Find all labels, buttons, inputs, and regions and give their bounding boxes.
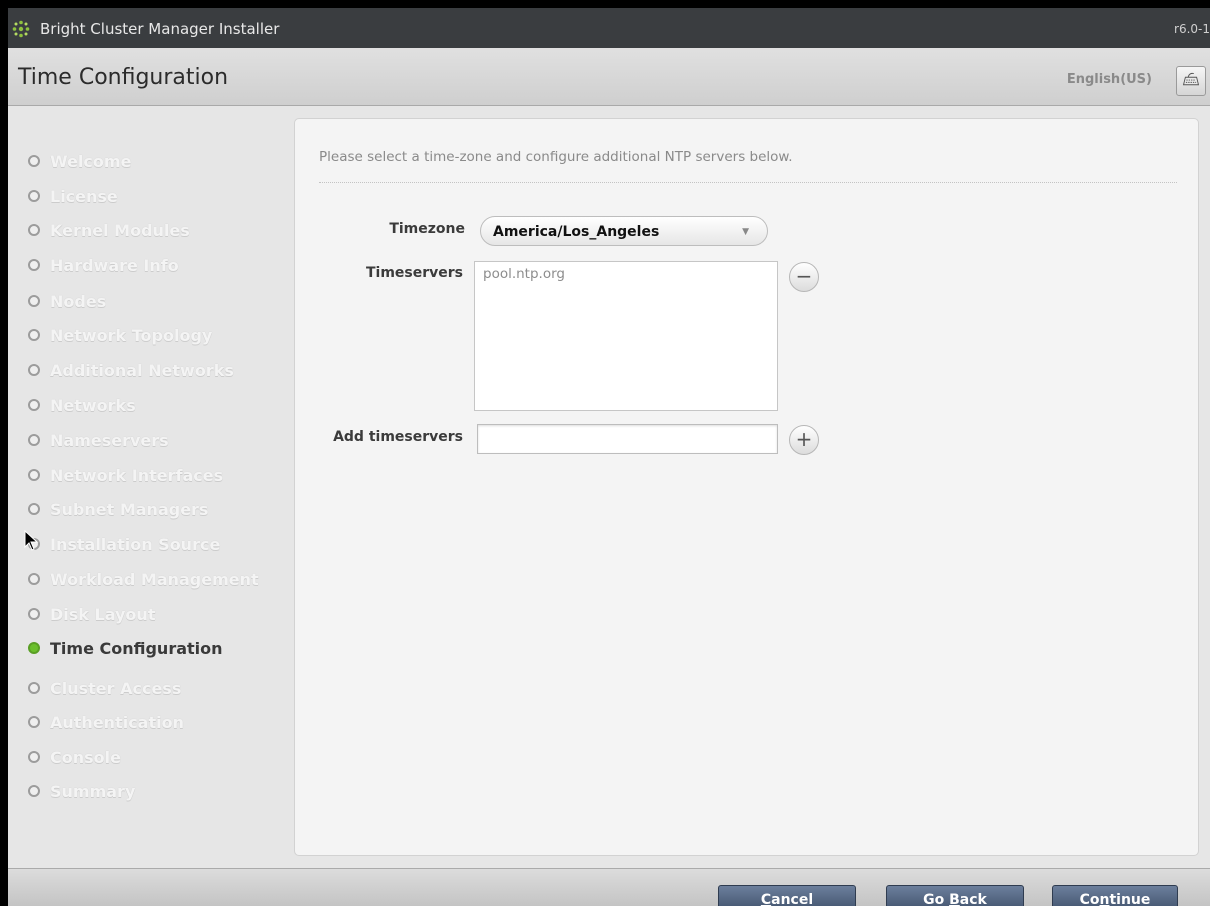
step-label: Kernel Modules — [50, 221, 190, 240]
step-label: Additional Networks — [50, 361, 234, 380]
version-label: r6.0-1 — [1174, 22, 1210, 36]
step-label: Nameservers — [50, 431, 169, 450]
bright-logo-icon — [12, 20, 30, 38]
step-license: License — [28, 187, 118, 211]
installer-window: Bright Cluster Manager Installer r6.0-1 … — [8, 8, 1210, 906]
step-label: Authentication — [50, 713, 184, 732]
step-console: Console — [28, 748, 121, 772]
add-timeservers-label: Add timeservers — [333, 429, 463, 445]
intro-text: Please select a time-zone and configure … — [319, 149, 793, 165]
timeservers-label: Timeservers — [365, 265, 463, 281]
step-authentication: Authentication — [28, 713, 184, 737]
step-disk-layout: Disk Layout — [28, 605, 155, 629]
step-indicator-icon — [28, 329, 40, 341]
add-timeserver-input[interactable] — [477, 424, 778, 454]
step-label: Network Topology — [50, 326, 213, 345]
continue-button[interactable]: Continue — [1052, 885, 1178, 906]
step-label: Networks — [50, 396, 136, 415]
dropdown-arrow-icon: ▼ — [742, 227, 749, 237]
step-label: License — [50, 187, 118, 206]
page-header: Time Configuration English(US) — [8, 48, 1210, 106]
step-subnet-managers: Subnet Managers — [28, 500, 208, 524]
step-welcome: Welcome — [28, 152, 131, 176]
steps-sidebar: Welcome License Kernel Modules Hardware … — [8, 106, 293, 868]
go-back-button[interactable]: Go Back — [886, 885, 1024, 906]
content-panel: Please select a time-zone and configure … — [294, 118, 1199, 856]
step-indicator-icon — [28, 190, 40, 202]
plus-icon: + — [795, 427, 813, 451]
step-network-interfaces: Network Interfaces — [28, 466, 223, 490]
keyboard-layout-button[interactable] — [1176, 66, 1206, 96]
list-item[interactable]: pool.ntp.org — [483, 266, 565, 282]
minus-icon: − — [795, 264, 813, 288]
step-indicator-icon — [28, 295, 40, 307]
step-active-indicator-icon — [28, 642, 40, 654]
step-label: Time Configuration — [50, 639, 223, 658]
footer-bar: Cancel Go Back Continue — [8, 868, 1210, 906]
step-indicator-icon — [28, 716, 40, 728]
timezone-select[interactable]: America/Los_Angeles ▼ — [480, 216, 768, 246]
step-hardware-info: Hardware Info — [28, 256, 179, 280]
timezone-label: Timezone — [389, 221, 465, 237]
divider — [319, 182, 1177, 183]
step-indicator-icon — [28, 434, 40, 446]
step-indicator-icon — [28, 608, 40, 620]
step-label: Cluster Access — [50, 679, 182, 698]
step-installation-source: Installation Source — [28, 535, 220, 559]
step-nameservers: Nameservers — [28, 431, 169, 455]
step-label: Summary — [50, 782, 136, 801]
mouse-pointer-icon — [24, 530, 39, 551]
step-indicator-icon — [28, 259, 40, 271]
step-indicator-icon — [28, 573, 40, 585]
title-bar: Bright Cluster Manager Installer r6.0-1 — [8, 8, 1210, 48]
step-workload-management: Workload Management — [28, 570, 259, 594]
step-indicator-icon — [28, 224, 40, 236]
remove-timeserver-button[interactable]: − — [789, 262, 819, 292]
step-kernel-modules: Kernel Modules — [28, 221, 190, 245]
add-timeserver-button[interactable]: + — [789, 425, 819, 455]
app-title: Bright Cluster Manager Installer — [40, 20, 280, 38]
step-label: Installation Source — [50, 535, 221, 554]
step-network-topology: Network Topology — [28, 326, 212, 350]
step-label: Disk Layout — [50, 605, 156, 624]
page-title: Time Configuration — [18, 65, 229, 90]
step-label: Workload Management — [50, 570, 259, 589]
timeservers-list[interactable]: pool.ntp.org — [474, 261, 778, 411]
step-indicator-icon — [28, 399, 40, 411]
step-label: Network Interfaces — [50, 466, 224, 485]
step-label: Nodes — [50, 292, 107, 311]
keyboard-icon — [1182, 72, 1200, 86]
timezone-value: America/Los_Angeles — [493, 224, 660, 240]
step-label: Subnet Managers — [50, 500, 209, 519]
step-time-configuration: Time Configuration — [28, 639, 223, 663]
step-additional-networks: Additional Networks — [28, 361, 234, 385]
step-indicator-icon — [28, 155, 40, 167]
step-cluster-access: Cluster Access — [28, 679, 181, 703]
step-indicator-icon — [28, 751, 40, 763]
step-nodes: Nodes — [28, 292, 106, 316]
step-indicator-icon — [28, 682, 40, 694]
step-indicator-icon — [28, 503, 40, 515]
step-indicator-icon — [28, 364, 40, 376]
cancel-button[interactable]: Cancel — [718, 885, 856, 906]
step-label: Welcome — [50, 152, 132, 171]
step-label: Console — [50, 748, 121, 767]
language-selector[interactable]: English(US) — [1067, 72, 1152, 87]
step-networks: Networks — [28, 396, 136, 420]
step-summary: Summary — [28, 782, 135, 806]
step-label: Hardware Info — [50, 256, 179, 275]
step-indicator-icon — [28, 785, 40, 797]
step-indicator-icon — [28, 469, 40, 481]
